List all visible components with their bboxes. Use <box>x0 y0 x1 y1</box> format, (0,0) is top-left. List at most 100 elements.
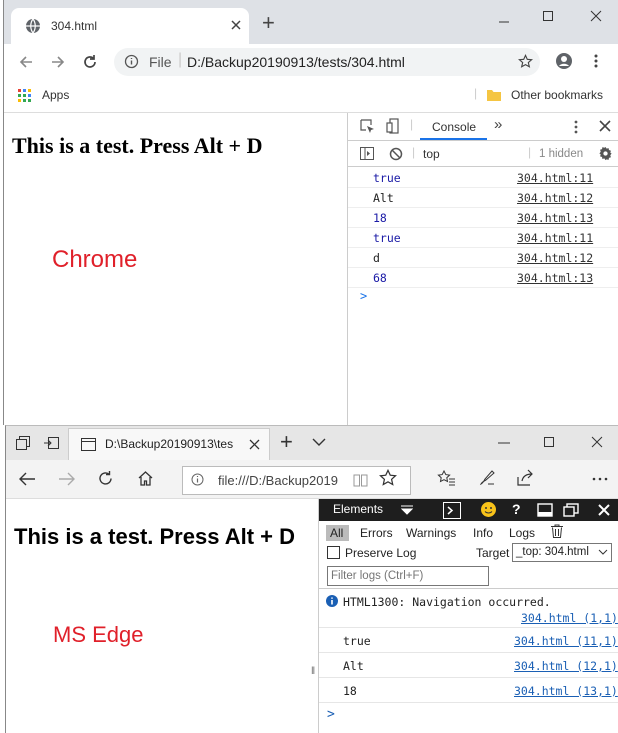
inspect-element-icon[interactable] <box>360 119 375 134</box>
tab-manager-icon[interactable] <box>16 436 30 450</box>
feedback-smiley-icon[interactable] <box>480 501 497 518</box>
new-tab-button[interactable]: + <box>280 429 293 455</box>
reload-icon[interactable] <box>82 54 98 70</box>
clear-console-icon[interactable] <box>389 147 403 161</box>
url-text[interactable]: D:/Backup20190913/tests/304.html <box>187 54 405 70</box>
splitter-handle[interactable]: ‖ <box>311 666 315 677</box>
toolbar-divider: | <box>410 117 414 131</box>
console-source-link[interactable]: 304.html:11 <box>517 231 593 245</box>
maximize-icon[interactable] <box>542 10 554 22</box>
active-tab-underline <box>420 138 487 140</box>
profile-icon[interactable] <box>555 52 573 70</box>
console-tab-icon[interactable] <box>443 502 461 519</box>
filter-logs-input[interactable] <box>327 566 489 586</box>
maximize-icon[interactable] <box>543 436 555 448</box>
help-button[interactable]: ? <box>512 501 521 517</box>
console-source-link[interactable]: 304.html:11 <box>517 171 593 185</box>
info-icon[interactable] <box>191 473 204 486</box>
filter-logs[interactable]: Logs <box>509 526 535 540</box>
bookmark-star-icon[interactable] <box>518 54 533 69</box>
info-icon[interactable] <box>124 54 139 69</box>
dock-icon[interactable] <box>537 503 553 517</box>
reading-view-icon[interactable] <box>353 473 368 487</box>
tab-elements[interactable]: Elements <box>333 502 383 516</box>
undock-icon[interactable] <box>563 503 579 517</box>
hidden-count[interactable]: 1 hidden <box>539 148 583 160</box>
tab-console[interactable]: Console <box>432 120 476 134</box>
console-source-link[interactable]: 304.html:13 <box>517 211 593 225</box>
more-tabs-icon[interactable]: » <box>494 116 502 133</box>
favorites-hub-icon[interactable] <box>437 470 455 487</box>
console-prompt[interactable]: > <box>360 289 367 303</box>
minimize-icon[interactable] <box>498 12 510 24</box>
settings-gear-icon[interactable] <box>598 146 613 161</box>
set-tabs-aside-icon[interactable] <box>44 437 59 449</box>
more-dots-icon[interactable] <box>592 477 608 481</box>
tab-title: D:\Backup20190913\tes <box>105 437 234 451</box>
filter-info[interactable]: Info <box>473 526 493 540</box>
devtools-menu-icon[interactable] <box>574 120 578 134</box>
console-source-link[interactable]: 304.html:12 <box>517 191 593 205</box>
minimize-icon[interactable] <box>498 442 510 444</box>
back-arrow-icon[interactable] <box>18 471 36 487</box>
favorite-star-icon[interactable] <box>379 469 397 487</box>
devtools-close-icon[interactable] <box>598 504 610 516</box>
console-source-link[interactable]: 304.html (13,1) <box>514 684 618 698</box>
menu-dots-icon[interactable] <box>594 54 598 68</box>
close-tab-icon[interactable] <box>249 439 260 450</box>
chevron-down-icon[interactable] <box>312 437 326 447</box>
filter-errors[interactable]: Errors <box>360 526 393 540</box>
close-tab-icon[interactable] <box>230 19 242 31</box>
forward-arrow-icon[interactable] <box>50 54 66 70</box>
apps-grid-icon[interactable] <box>18 89 32 103</box>
address-bar[interactable]: File | D:/Backup20190913/tests/304.html <box>114 48 540 76</box>
target-label: Target <box>476 546 510 560</box>
chrome-tab[interactable]: 304.html <box>11 8 249 44</box>
close-window-icon[interactable] <box>591 436 603 448</box>
devtools-toolbar: Elements ? <box>319 499 618 521</box>
refresh-icon[interactable] <box>97 470 114 487</box>
preserve-log-checkbox[interactable] <box>327 546 340 559</box>
console-value: true <box>343 634 371 648</box>
console-value: Alt <box>343 659 364 673</box>
share-icon[interactable] <box>516 469 534 487</box>
console-row: true 304.html:11 <box>348 228 618 248</box>
info-source-link[interactable]: 304.html (1,1) <box>521 611 618 625</box>
chrome-tab-strip: 304.html + <box>4 0 618 44</box>
trash-icon[interactable] <box>551 524 563 538</box>
address-bar[interactable]: file:///D:/Backup2019 <box>182 466 411 495</box>
console-source-link[interactable]: 304.html:13 <box>517 271 593 285</box>
console-row: d 304.html:12 <box>348 248 618 268</box>
chrome-window: 304.html + File | D:/Backup20190913/test… <box>3 0 618 425</box>
back-arrow-icon[interactable] <box>18 54 34 70</box>
target-select[interactable]: _top: 304.html <box>512 543 612 562</box>
tab-title: 304.html <box>51 19 98 33</box>
devtools-toolbar: | Console » <box>348 113 618 141</box>
url-text[interactable]: file:///D:/Backup2019 <box>218 473 353 488</box>
url-scheme-label: File <box>149 54 172 70</box>
tab-overflow-icon[interactable] <box>401 505 413 515</box>
edge-tab[interactable]: D:\Backup20190913\tes <box>68 428 270 461</box>
close-window-icon[interactable] <box>590 10 602 22</box>
console-source-link[interactable]: 304.html:12 <box>517 251 593 265</box>
chevron-down-icon <box>598 549 608 556</box>
pen-icon[interactable] <box>478 469 496 487</box>
filter-all-button[interactable]: All <box>326 525 349 541</box>
home-icon[interactable] <box>137 470 154 487</box>
console-prompt[interactable]: > <box>327 707 335 722</box>
other-bookmarks-link[interactable]: Other bookmarks <box>511 88 603 102</box>
context-selector[interactable]: top <box>423 147 440 161</box>
devtools-close-icon[interactable] <box>599 120 611 132</box>
edge-window: D:\Backup20190913\tes + file:///D:/Backu… <box>5 425 618 733</box>
console-value: 68 <box>373 271 387 285</box>
console-source-link[interactable]: 304.html (11,1) <box>514 634 618 648</box>
new-tab-button[interactable]: + <box>262 10 275 36</box>
console-row: Alt 304.html:12 <box>348 188 618 208</box>
forward-arrow-icon[interactable] <box>58 471 76 487</box>
filter-warnings[interactable]: Warnings <box>406 526 456 540</box>
sidebar-toggle-icon[interactable] <box>360 147 374 160</box>
device-toggle-icon[interactable] <box>386 118 402 134</box>
apps-link[interactable]: Apps <box>42 88 69 102</box>
console-source-link[interactable]: 304.html (12,1) <box>514 659 618 673</box>
edge-devtools: Elements ? All Errors Warnings Info Logs… <box>318 499 618 733</box>
